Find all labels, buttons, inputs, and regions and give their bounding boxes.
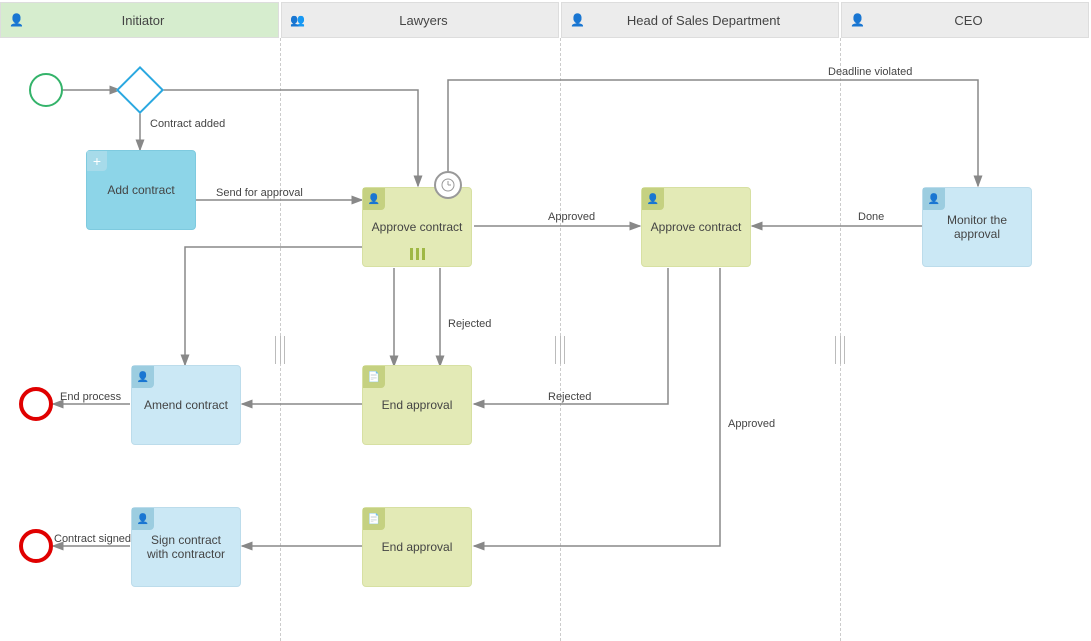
- edge-label: Contract signed: [54, 533, 131, 545]
- script-task-icon: [363, 508, 385, 530]
- lane-label: CEO: [879, 13, 1088, 28]
- task-label: Add contract: [107, 183, 174, 197]
- lane-resize-handle[interactable]: [553, 333, 567, 367]
- task-monitor[interactable]: Monitor the approval: [922, 187, 1032, 267]
- user-icon: [570, 13, 585, 27]
- task-label: Sign contract with contractor: [140, 533, 232, 561]
- expand-icon: +: [87, 151, 107, 171]
- end-event-signed[interactable]: [19, 529, 53, 563]
- task-label: End approval: [382, 540, 453, 554]
- end-event-process[interactable]: [19, 387, 53, 421]
- script-task-icon: [363, 366, 385, 388]
- exclusive-gateway[interactable]: [116, 66, 164, 114]
- user-task-icon: [132, 366, 154, 388]
- lane-resize-handle[interactable]: [833, 333, 847, 367]
- task-sign[interactable]: Sign contract with contractor: [131, 507, 241, 587]
- task-label: Approve contract: [651, 220, 742, 234]
- edge-label: Deadline violated: [828, 66, 912, 78]
- edge-label: Rejected: [448, 318, 491, 330]
- task-amend[interactable]: Amend contract: [131, 365, 241, 445]
- lane-label: Lawyers: [319, 13, 558, 28]
- edge-label: Contract added: [150, 118, 225, 130]
- user-task-icon: [132, 508, 154, 530]
- lane-label: Initiator: [38, 13, 278, 28]
- task-end-approval-1[interactable]: End approval: [362, 365, 472, 445]
- user-task-icon: [363, 188, 385, 210]
- multi-instance-icon: [408, 248, 426, 260]
- edge-label: Approved: [548, 211, 595, 223]
- lane-label: Head of Sales Department: [599, 13, 838, 28]
- lane-header-ceo[interactable]: CEO: [841, 2, 1089, 38]
- user-icon: [850, 13, 865, 27]
- task-label: Monitor the approval: [931, 213, 1023, 241]
- lane-header-initiator[interactable]: Initiator: [0, 2, 279, 38]
- start-event[interactable]: [29, 73, 63, 107]
- timer-boundary-event[interactable]: [434, 171, 462, 199]
- task-label: Amend contract: [144, 398, 228, 412]
- edge-label: Done: [858, 211, 884, 223]
- edge-label: Rejected: [548, 391, 591, 403]
- edge-label: Approved: [728, 418, 775, 430]
- task-end-approval-2[interactable]: End approval: [362, 507, 472, 587]
- lane-header-lawyers[interactable]: Lawyers: [281, 2, 559, 38]
- user-task-icon: [642, 188, 664, 210]
- task-add-contract[interactable]: + Add contract: [86, 150, 196, 230]
- task-label: End approval: [382, 398, 453, 412]
- lane-resize-handle[interactable]: [273, 333, 287, 367]
- edge-label: Send for approval: [216, 187, 303, 199]
- group-icon: [290, 13, 305, 27]
- task-approve-lawyers[interactable]: Approve contract: [362, 187, 472, 267]
- task-approve-head[interactable]: Approve contract: [641, 187, 751, 267]
- edge-label: End process: [60, 391, 121, 403]
- user-icon: [9, 13, 24, 27]
- user-task-icon: [923, 188, 945, 210]
- lane-header-head[interactable]: Head of Sales Department: [561, 2, 839, 38]
- task-label: Approve contract: [372, 220, 463, 234]
